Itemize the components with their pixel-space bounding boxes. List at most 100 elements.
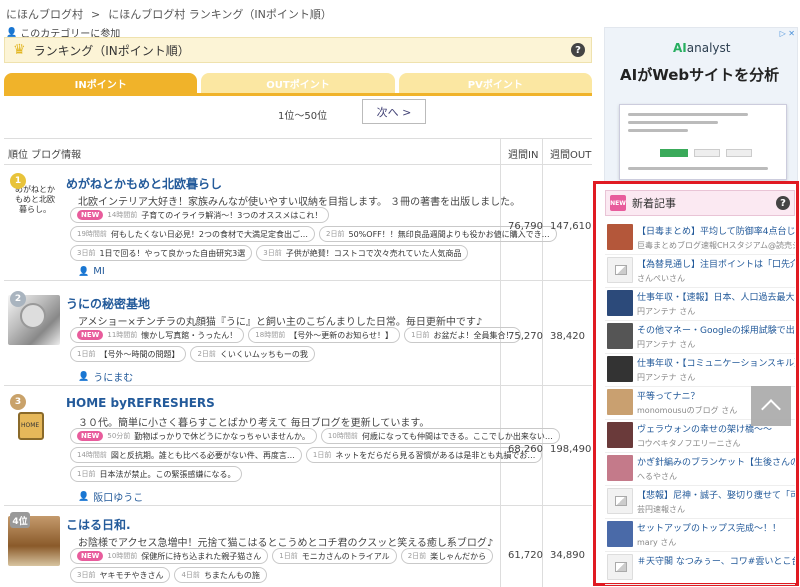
article-source: mary さん	[637, 538, 677, 547]
article-item[interactable]: 【日毒まとめ】平均して防御率4点台じゃな… 巨毒まとめブログ速報CHスタジアム@読…	[605, 222, 795, 255]
help-icon[interactable]: ?	[776, 196, 790, 210]
article-thumbnail	[607, 422, 633, 448]
post-link[interactable]: 1日前 ネットをだらだら見る習慣があるは是非とも丸損でお…	[305, 447, 543, 463]
article-title[interactable]: かぎ針編みのブランケット【生後さんの作…	[637, 455, 795, 468]
article-thumbnail	[607, 323, 633, 349]
thumbnail-text: HOME	[21, 422, 40, 429]
post-link[interactable]: 4日前 ちまたんもの施	[174, 567, 267, 583]
thumbnail-text: めがねとかもめと北欧暮らし。	[15, 185, 55, 214]
post-time: 2日前	[326, 230, 345, 238]
post-link[interactable]: 2日前 楽しゃんだから	[400, 548, 494, 564]
blog-description: お陰様でアクセス急増中！元捨て猫こはるとこうめとコチ君のクスッと笑える癒し系ブロ…	[78, 538, 494, 549]
article-item[interactable]: かぎ針編みのブランケット【生後さんの作… へるやさん	[605, 453, 795, 486]
mug-logo-icon: HOME	[18, 412, 44, 440]
post-title: ネットをだらだら見る習慣があるは是非とも丸損でお…	[335, 450, 536, 460]
blog-title-link[interactable]: HOME byREFRESHERS	[66, 396, 215, 410]
post-row: 3日前 ヤキモチやきさん 4日前 ちまたんもの施	[70, 567, 267, 583]
article-thumbnail	[607, 356, 633, 382]
author-link[interactable]: 👤 MI	[78, 266, 105, 277]
article-source: さんぺいさん	[637, 274, 685, 283]
article-title[interactable]: 仕事年収・【コミュニケーションスキル】…	[637, 356, 795, 369]
next-page-button[interactable]: 次へ >	[362, 99, 426, 124]
tab-pv-points[interactable]: PVポイント	[398, 73, 592, 94]
post-link[interactable]: 3日前 1日で回る！やって良かった自由研究3選	[70, 245, 253, 261]
post-title: 何もしたくない日必見！2つの食材で大満足定食出ご…	[110, 229, 309, 239]
author-link[interactable]: 👤 阪口ゆうこ	[78, 489, 143, 505]
blog-title-link[interactable]: こはる日和.	[66, 516, 131, 533]
blog-thumbnail[interactable]: 1 めがねとかもめと北欧暮らし。	[8, 173, 60, 227]
rank-badge: 1	[10, 173, 26, 189]
scroll-to-top-button[interactable]	[751, 386, 791, 426]
table-header: 順位 ブログ情報 週間IN 週間OUT	[4, 139, 592, 165]
article-title[interactable]: その他マネー・Googleの採用試験で出さ…	[637, 323, 795, 336]
post-title: お盆だよ！全員集合！	[433, 330, 514, 340]
article-item[interactable]: 仕事年収・【速報】日本、人口過去最大43… 円アンテナ さん	[605, 288, 795, 321]
article-thumbnail	[607, 389, 633, 415]
main-content: にほんブログ村 > にほんブログ村 ランキング（INポイント順） 👤 このカテゴリー…	[0, 0, 598, 587]
article-thumbnail	[607, 455, 633, 481]
article-item[interactable]: その他マネー・Googleの採用試験で出さ… 円アンテナ さん	[605, 321, 795, 354]
ad-close-icon[interactable]: ▷ ✕	[780, 29, 795, 38]
post-time: 19時間前	[77, 230, 107, 238]
post-link[interactable]: 10時間前 何歳になっても仲間はできる。ここでしか出来ない…	[320, 428, 560, 444]
author-link[interactable]: 👤 うにまむ	[78, 369, 133, 385]
post-link[interactable]: NEW 50分前 勤物ばっかりで休どうにかなっちゃいませんか。	[70, 428, 317, 444]
tab-in-points[interactable]: INポイント	[4, 73, 198, 94]
blog-title-link[interactable]: うにの秘密基地	[66, 295, 150, 312]
post-title: 【号外～時間の問題】	[99, 349, 180, 359]
post-link[interactable]: NEW 14時間前 子育てのイライラ解消～！3つのオススメはこれ！	[70, 207, 330, 223]
article-item[interactable]: 【悲報】尼神・誠子、娶切り痩せて「可愛… 芸円速報さん	[605, 486, 795, 519]
post-link[interactable]: 3日前 子供が絶賛！コストコで次々売れていた人気商品	[256, 245, 469, 261]
post-link[interactable]: 1日前 日本法が禁止。この緊張感嫌になる。	[70, 466, 243, 482]
article-item[interactable]: セットアップのトップス完成～！！ mary さん	[605, 519, 795, 552]
article-thumbnail	[607, 290, 633, 316]
post-link[interactable]: 3日前 ヤキモチやきさん	[70, 567, 171, 583]
tab-out-points[interactable]: OUTポイント	[201, 73, 395, 94]
post-link[interactable]: 1日前 お盆だよ！全員集合！	[404, 327, 521, 343]
post-time: 1日前	[411, 331, 430, 339]
post-link[interactable]: 19時間前 何もしたくない日必見！2つの食材で大満足定食出ご…	[70, 226, 316, 242]
post-row: NEW 10時間前 保健所に持ち込まれた親子猫さん 1日前 モニカさんのトライアル 2…	[70, 548, 494, 564]
no-image-icon	[607, 488, 633, 514]
post-time: 10時間前	[107, 552, 138, 560]
post-time: 18時間前	[255, 331, 286, 339]
article-source: 巨毒まとめブログ速報CHスタジアム@読売ジャイアンツ（巨人）さん	[637, 241, 795, 250]
post-title: 【号外～更新のお知らせ！】	[289, 330, 394, 340]
blog-thumbnail[interactable]: 2	[8, 291, 60, 345]
article-item[interactable]: ＃天守閣 なつみぅー、コワ#雲いとこ台…	[605, 552, 795, 585]
weekly-out-value: 198,490	[550, 444, 592, 455]
post-link[interactable]: 18時間前 【号外～更新のお知らせ！】	[248, 327, 401, 343]
post-title: 子育てのイライラ解消～！3つのオススメはこれ！	[141, 210, 323, 220]
post-link[interactable]: 1日前 【号外～時間の問題】	[70, 346, 187, 362]
rank-badge: 2	[10, 291, 26, 307]
post-link[interactable]: 1日前 モニカさんのトライアル	[272, 548, 397, 564]
article-item[interactable]: 【為替見通し】注目ポイントは「口先介入… さんぺいさん	[605, 255, 795, 288]
help-icon[interactable]: ?	[571, 43, 585, 57]
ad-gray-button	[694, 149, 720, 157]
ad-logo-suffix: analyst	[686, 41, 731, 55]
blog-thumbnail[interactable]: 4位	[8, 512, 60, 566]
author-name: MI	[93, 266, 105, 277]
advertisement[interactable]: ▷ ✕ AIanalyst AIがWebサイトを分析	[604, 27, 798, 183]
breadcrumb-home-link[interactable]: にほんブログ村	[6, 8, 83, 21]
table-row: 3 HOME HOME byREFRESHERS ３０代。簡単に小さく暮らすこと…	[4, 386, 592, 506]
article-title[interactable]: セットアップのトップス完成～！！	[637, 521, 795, 534]
blog-thumbnail[interactable]: 3 HOME	[8, 394, 60, 448]
new-tag: NEW	[77, 551, 104, 561]
new-badge-icon: NEW	[610, 195, 626, 211]
post-link[interactable]: 2日前 くいくいムッちもーの我	[190, 346, 315, 362]
article-title[interactable]: 【日毒まとめ】平均して防御率4点台じゃな…	[637, 224, 795, 237]
post-link[interactable]: 14時間前 図と反抗期。誰とも比べる必要がない件、再度言…	[70, 447, 302, 463]
post-link[interactable]: NEW 10時間前 保健所に持ち込まれた親子猫さん	[70, 548, 269, 564]
post-link[interactable]: NEW 11時間前 懐かし写真館・うったん！	[70, 327, 245, 343]
article-item[interactable]: 仕事年収・【コミュニケーションスキル】… 円アンテナ さん	[605, 354, 795, 387]
ad-text-line	[628, 121, 718, 124]
article-title[interactable]: ＃天守閣 なつみぅー、コワ#雲いとこ台…	[637, 554, 795, 567]
col-rank-header: 順位 ブログ情報	[8, 150, 82, 161]
article-title[interactable]: 仕事年収・【速報】日本、人口過去最大43…	[637, 290, 795, 303]
rank-badge: 3	[10, 394, 26, 410]
ranking-header: ♛ ランキング（INポイント順） ?	[4, 37, 592, 63]
article-title[interactable]: 【悲報】尼神・誠子、娶切り痩せて「可愛…	[637, 488, 795, 501]
blog-title-link[interactable]: めがねとかもめと北欧暮らし	[66, 175, 222, 192]
article-title[interactable]: 【為替見通し】注目ポイントは「口先介入…	[637, 257, 795, 270]
